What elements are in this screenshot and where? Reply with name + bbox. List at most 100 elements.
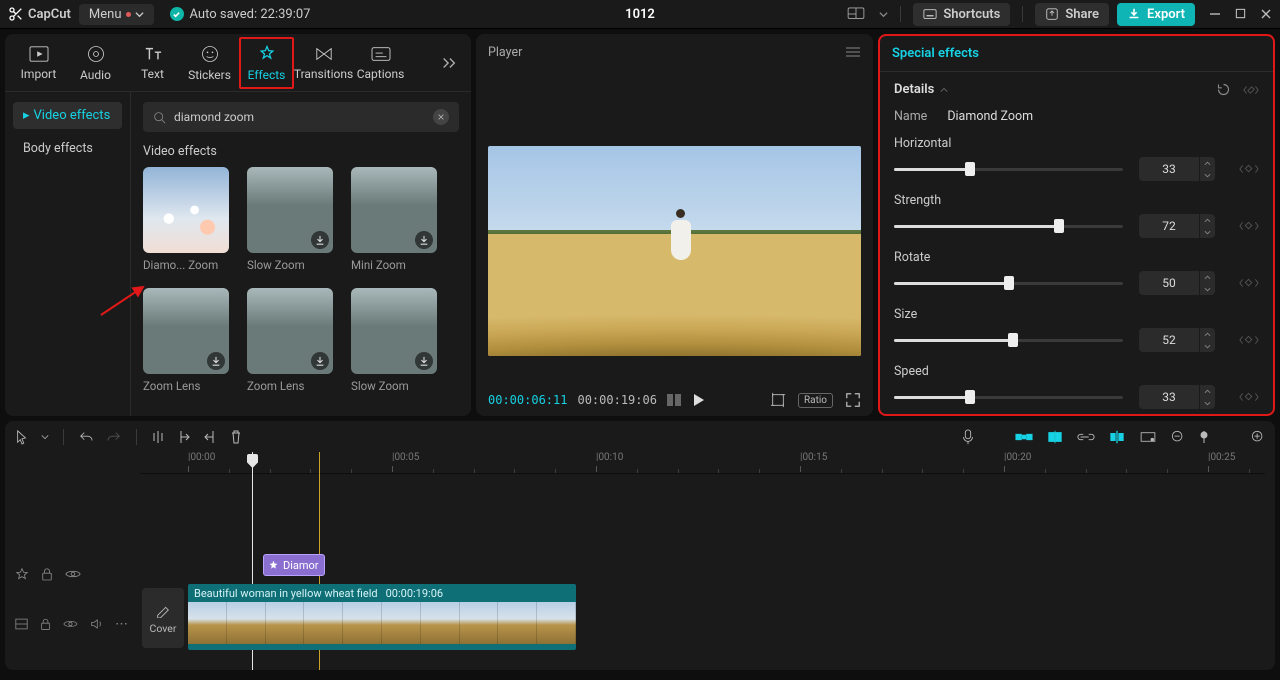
- tab-import[interactable]: Import: [11, 45, 66, 81]
- undo-button[interactable]: [78, 430, 94, 444]
- step-up[interactable]: [1200, 385, 1215, 397]
- ratio-button[interactable]: Ratio: [798, 393, 833, 408]
- split-tool[interactable]: [151, 429, 165, 445]
- param-value[interactable]: 33: [1139, 157, 1215, 181]
- video-preview[interactable]: [488, 146, 861, 356]
- effect-thumb[interactable]: Slow Zoom: [247, 167, 333, 272]
- zoom-out[interactable]: [1171, 430, 1185, 444]
- download-icon[interactable]: [415, 231, 433, 249]
- side-video-effects[interactable]: ▸Video effects: [13, 102, 122, 129]
- delete-tool[interactable]: [229, 429, 243, 445]
- step-down[interactable]: [1200, 283, 1215, 295]
- compare-toggle[interactable]: [667, 394, 681, 406]
- side-body-effects[interactable]: Body effects: [13, 135, 122, 162]
- tab-transitions[interactable]: Transitions: [296, 45, 351, 81]
- speaker-icon[interactable]: [90, 617, 103, 631]
- tab-stickers[interactable]: Stickers: [182, 44, 237, 82]
- download-icon[interactable]: [207, 352, 225, 370]
- tabs-more[interactable]: [433, 56, 465, 70]
- keyframe-nav[interactable]: [1239, 221, 1259, 231]
- keyframe-nav[interactable]: [1239, 335, 1259, 345]
- lock-icon[interactable]: [41, 567, 53, 581]
- video-clip[interactable]: Beautiful woman in yellow wheat field00:…: [188, 584, 576, 650]
- tab-captions[interactable]: Captions: [353, 45, 408, 81]
- export-button[interactable]: Export: [1117, 3, 1195, 26]
- param-value[interactable]: 72: [1139, 214, 1215, 238]
- zoom-in[interactable]: [1251, 430, 1265, 444]
- chevron-down-icon[interactable]: [41, 433, 49, 441]
- link-toggle[interactable]: [1077, 432, 1095, 442]
- trim-left[interactable]: [177, 429, 191, 445]
- snap-toggle[interactable]: [1047, 430, 1063, 444]
- step-down[interactable]: [1200, 397, 1215, 409]
- step-down[interactable]: [1200, 169, 1215, 181]
- trim-right[interactable]: [203, 429, 217, 445]
- zoom-slider[interactable]: [1199, 430, 1209, 444]
- param-slider[interactable]: [894, 396, 1123, 399]
- menu-button[interactable]: Menu: [79, 4, 154, 25]
- more-dots[interactable]: ⋯: [115, 617, 130, 632]
- fx-panel-title: Special effects: [892, 46, 979, 61]
- download-icon[interactable]: [415, 352, 433, 370]
- tab-effects[interactable]: Effects: [239, 37, 294, 89]
- player-menu[interactable]: [845, 46, 861, 58]
- eye-icon[interactable]: [63, 618, 78, 630]
- tab-audio[interactable]: Audio: [68, 44, 123, 82]
- param-value[interactable]: 33: [1139, 385, 1215, 409]
- search-clear[interactable]: [433, 109, 449, 125]
- param-slider[interactable]: [894, 225, 1123, 228]
- magnet-main[interactable]: [1015, 431, 1033, 443]
- param-slider[interactable]: [894, 282, 1123, 285]
- mic-icon[interactable]: [961, 429, 975, 445]
- share-button[interactable]: Share: [1035, 3, 1109, 26]
- star-icon[interactable]: [15, 567, 29, 581]
- timeline[interactable]: |00:00|00:05|00:10|00:15|00:20|00:25|00:…: [5, 452, 1275, 670]
- effect-clip[interactable]: Diamor: [263, 554, 325, 576]
- close-icon[interactable]: [1260, 8, 1272, 20]
- effect-thumb[interactable]: Zoom Lens: [143, 288, 229, 393]
- keyframe-nav[interactable]: [1239, 164, 1259, 174]
- effect-thumb[interactable]: Mini Zoom: [351, 167, 437, 272]
- crop-icon[interactable]: [770, 392, 786, 408]
- keyframe-nav[interactable]: [1239, 392, 1259, 402]
- thumb-label: Slow Zoom: [247, 258, 333, 272]
- param-value[interactable]: 50: [1139, 271, 1215, 295]
- minimize-icon[interactable]: [1209, 8, 1221, 20]
- eye-icon[interactable]: [65, 568, 81, 580]
- effect-thumb[interactable]: Slow Zoom: [351, 288, 437, 393]
- layout-button[interactable]: [841, 3, 871, 25]
- step-up[interactable]: [1200, 271, 1215, 283]
- param-slider[interactable]: [894, 339, 1123, 342]
- tab-text[interactable]: Text: [125, 45, 180, 81]
- param-value[interactable]: 52: [1139, 328, 1215, 352]
- download-icon[interactable]: [311, 352, 329, 370]
- pointer-tool[interactable]: [15, 429, 29, 445]
- cover-button[interactable]: Cover: [142, 588, 184, 648]
- maximize-icon[interactable]: [1235, 8, 1246, 19]
- step-down[interactable]: [1200, 226, 1215, 238]
- shortcuts-button[interactable]: Shortcuts: [913, 3, 1010, 26]
- search-input[interactable]: [143, 102, 459, 132]
- effect-thumb[interactable]: Zoom Lens: [247, 288, 333, 393]
- ruler-tick: |00:00: [188, 452, 215, 463]
- step-up[interactable]: [1200, 214, 1215, 226]
- lock-icon[interactable]: [40, 617, 51, 631]
- keyframe-nav[interactable]: [1243, 85, 1259, 95]
- play-button[interactable]: [691, 392, 705, 408]
- keyframe-nav[interactable]: [1239, 278, 1259, 288]
- step-up[interactable]: [1200, 157, 1215, 169]
- fullscreen-icon[interactable]: [845, 392, 861, 408]
- reset-details[interactable]: [1216, 82, 1231, 97]
- preview-axis[interactable]: [1109, 430, 1125, 444]
- step-up[interactable]: [1200, 328, 1215, 340]
- download-icon[interactable]: [311, 231, 329, 249]
- redo-button[interactable]: [106, 430, 122, 444]
- effect-thumb[interactable]: Diamo... Zoom: [143, 167, 229, 272]
- details-heading[interactable]: Details: [894, 82, 934, 97]
- track-toggle-icon[interactable]: [15, 618, 28, 630]
- crop-tool[interactable]: [1139, 431, 1157, 443]
- param-slider[interactable]: [894, 168, 1123, 171]
- step-down[interactable]: [1200, 340, 1215, 352]
- ruler-tick: |00:20: [1004, 452, 1031, 463]
- chevron-down-icon[interactable]: [879, 10, 888, 19]
